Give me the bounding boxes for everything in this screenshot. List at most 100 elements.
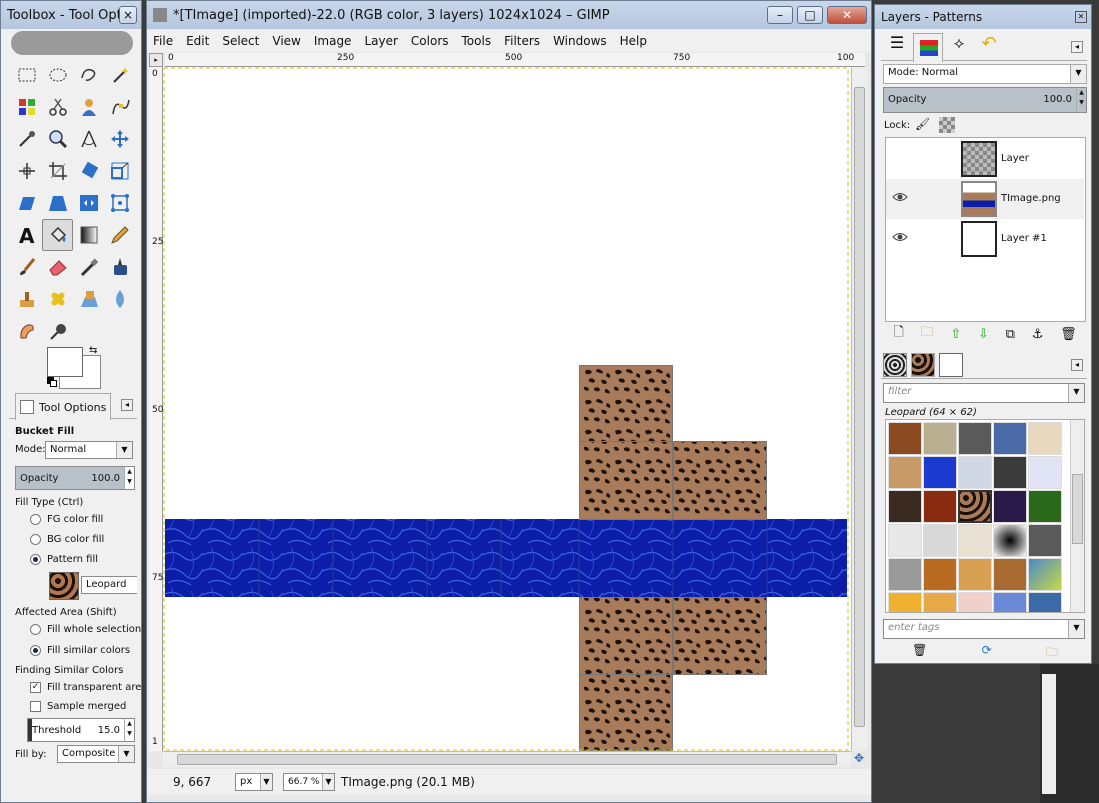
flip-icon[interactable]: [73, 187, 104, 219]
wilber-drop-area[interactable]: [11, 31, 133, 55]
opacity-slider[interactable]: Opacity 100.0 ▲ ▼: [15, 466, 135, 490]
align-icon[interactable]: [11, 155, 42, 187]
new-layer-icon[interactable]: 🗋: [893, 323, 903, 345]
perspective-icon[interactable]: [42, 187, 73, 219]
pattern-swatch[interactable]: [923, 558, 957, 591]
vertical-ruler[interactable]: 0 250 500 750 1: [149, 67, 169, 751]
paintbrush-icon[interactable]: [11, 251, 42, 283]
menu-layer[interactable]: Layer: [364, 34, 397, 48]
fill-transparent-checkbox[interactable]: ✓: [30, 682, 41, 693]
lower-layer-icon[interactable]: ⇩: [978, 327, 989, 342]
tab-gradients[interactable]: [939, 353, 963, 377]
color-picker-icon[interactable]: [11, 123, 42, 155]
select-by-color-icon[interactable]: [11, 91, 42, 123]
layer-row[interactable]: TImage.png: [886, 179, 1084, 219]
smudge-icon[interactable]: [11, 315, 42, 347]
tab-paths-icon[interactable]: ⟡: [945, 33, 973, 61]
horizontal-scrollbar[interactable]: [163, 751, 851, 767]
menu-select[interactable]: Select: [222, 34, 259, 48]
measure-icon[interactable]: [73, 123, 104, 155]
pattern-swatch[interactable]: [1028, 456, 1062, 489]
vertical-scrollbar[interactable]: [851, 67, 867, 751]
pattern-swatch[interactable]: [888, 456, 922, 489]
pattern-swatch[interactable]: [923, 456, 957, 489]
horizontal-scroll-thumb[interactable]: [177, 754, 837, 765]
pattern-swatch[interactable]: [993, 592, 1027, 612]
menu-tools[interactable]: Tools: [462, 34, 492, 48]
rect-select-icon[interactable]: [11, 59, 42, 91]
tab-layers-stack-icon[interactable]: ☰: [883, 33, 911, 61]
menu-view[interactable]: View: [272, 34, 300, 48]
zoom-icon[interactable]: [42, 123, 73, 155]
pattern-swatch[interactable]: [1028, 422, 1062, 455]
layer-mode-select[interactable]: Mode: Normal ▼: [883, 64, 1087, 84]
layer-opacity-spin[interactable]: ▲ ▼: [1076, 88, 1086, 112]
pattern-swatch[interactable]: [958, 558, 992, 591]
scale-icon[interactable]: [104, 155, 135, 187]
duplicate-layer-icon[interactable]: ⧉: [1006, 327, 1015, 342]
toolbox-titlebar[interactable]: Toolbox - Tool Opti... ×: [1, 1, 141, 29]
eye-icon[interactable]: [892, 192, 908, 202]
lock-pixels-icon[interactable]: 🖌: [915, 117, 931, 133]
unit-select[interactable]: px ▼: [235, 773, 273, 791]
clone-icon[interactable]: [11, 283, 42, 315]
layers-titlebar[interactable]: Layers - Patterns ✕: [875, 5, 1091, 29]
fill-by-select[interactable]: Composite ▼: [57, 745, 135, 763]
vertical-scroll-thumb[interactable]: [854, 87, 865, 727]
pattern-fill-radio[interactable]: [30, 554, 41, 565]
refresh-patterns-icon[interactable]: ⟳: [982, 643, 992, 661]
pattern-swatch[interactable]: [923, 422, 957, 455]
fuzzy-select-icon[interactable]: [104, 59, 135, 91]
heal-icon[interactable]: [42, 283, 73, 315]
pattern-swatch[interactable]: [993, 422, 1027, 455]
pattern-swatch[interactable]: [993, 558, 1027, 591]
pattern-swatch[interactable]: [923, 524, 957, 557]
open-pattern-folder-icon[interactable]: 🗀: [1046, 643, 1058, 661]
toolbox-close-button[interactable]: ×: [119, 6, 137, 24]
pencil-icon[interactable]: [104, 219, 135, 251]
eye-icon[interactable]: [892, 232, 908, 242]
configure-tab-icon[interactable]: ◂: [121, 399, 133, 411]
lock-alpha-icon[interactable]: [939, 117, 955, 133]
image-titlebar[interactable]: *[TImage] (imported)-22.0 (RGB color, 3 …: [147, 1, 871, 29]
gradient-icon[interactable]: [73, 219, 104, 251]
eraser-icon[interactable]: [42, 251, 73, 283]
menu-file[interactable]: File: [153, 34, 173, 48]
scissors-icon[interactable]: [42, 91, 73, 123]
maximize-button[interactable]: □: [797, 6, 823, 24]
bucket-fill-icon[interactable]: [42, 219, 73, 251]
pattern-swatch[interactable]: [888, 558, 922, 591]
pattern-swatch[interactable]: [1028, 558, 1062, 591]
pattern-filter-input[interactable]: filter ▼: [883, 383, 1085, 403]
canvas-image[interactable]: [163, 67, 851, 751]
pattern-swatch[interactable]: [958, 524, 992, 557]
configure-tab-icon[interactable]: ◂: [1071, 359, 1083, 371]
text-tool-icon[interactable]: A: [11, 219, 42, 251]
pattern-swatch[interactable]: [958, 456, 992, 489]
default-colors-icon[interactable]: [47, 377, 57, 387]
move-icon[interactable]: [104, 123, 135, 155]
pattern-preview-button[interactable]: [49, 572, 79, 600]
pattern-swatch[interactable]: [958, 592, 992, 612]
perspective-clone-icon[interactable]: [73, 283, 104, 315]
opacity-spin[interactable]: ▲ ▼: [124, 467, 134, 489]
pattern-scrollbar[interactable]: [1070, 420, 1084, 612]
pattern-swatch[interactable]: [993, 456, 1027, 489]
airbrush-icon[interactable]: [73, 251, 104, 283]
color-swatches[interactable]: ⇆: [45, 343, 105, 393]
menu-colors[interactable]: Colors: [411, 34, 449, 48]
fill-whole-radio[interactable]: [30, 624, 41, 635]
pattern-swatch[interactable]: [888, 422, 922, 455]
pattern-swatch[interactable]: [958, 422, 992, 455]
configure-tab-icon[interactable]: ◂: [1071, 41, 1083, 53]
raise-layer-icon[interactable]: ⇧: [950, 327, 961, 342]
cage-transform-icon[interactable]: [104, 187, 135, 219]
layer-opacity-slider[interactable]: Opacity 100.0 ▲ ▼: [883, 87, 1087, 113]
anchor-icon[interactable]: ⚓: [1032, 327, 1044, 342]
fg-fill-radio[interactable]: [30, 514, 41, 525]
layer-row[interactable]: Layer #1: [886, 219, 1084, 259]
pattern-swatch[interactable]: [923, 490, 957, 523]
tab-tool-options[interactable]: Tool Options: [15, 393, 111, 420]
threshold-slider[interactable]: Threshold 15.0 ▲ ▼: [27, 718, 135, 742]
pattern-swatch[interactable]: [993, 524, 1027, 557]
